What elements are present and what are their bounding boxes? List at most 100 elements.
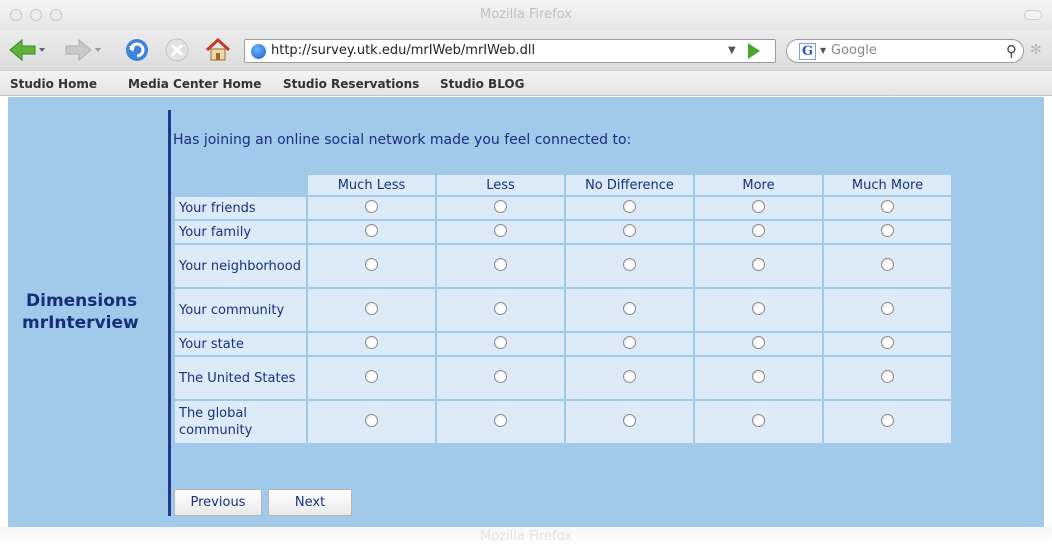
radio-button[interactable] [365, 335, 378, 349]
bookmark-media-center-home[interactable]: Media Center Home [128, 77, 261, 91]
radio-button[interactable] [752, 413, 765, 427]
grid-row-united-states: The United States [175, 357, 951, 399]
radio-button[interactable] [494, 413, 507, 427]
reload-icon [126, 39, 148, 61]
column-header-much-more: Much More [824, 175, 951, 195]
grid-cell [824, 357, 951, 399]
radio-button[interactable] [623, 369, 636, 383]
radio-button[interactable] [752, 335, 765, 349]
grid-cell [566, 401, 693, 443]
reload-button[interactable] [122, 36, 152, 64]
radio-button[interactable] [881, 223, 894, 237]
radio-button[interactable] [752, 199, 765, 213]
sidebar-divider [168, 110, 171, 516]
toolbar-toggle-button[interactable] [1024, 10, 1042, 20]
window-reflection: Mozilla Firefox [0, 527, 1052, 546]
radio-button[interactable] [752, 301, 765, 315]
grid-cell [695, 221, 822, 243]
grid-cell [437, 221, 564, 243]
grid-cell [308, 289, 435, 331]
grid-row-global-community: The global community [175, 401, 951, 443]
grid-cell [566, 245, 693, 287]
forward-arrow-icon [65, 38, 101, 62]
radio-button[interactable] [494, 257, 507, 271]
bookmarks-toolbar: Studio Home Media Center Home Studio Res… [0, 70, 1052, 96]
radio-button[interactable] [881, 257, 894, 271]
grid-cell [566, 357, 693, 399]
radio-button[interactable] [881, 413, 894, 427]
grid-cell [824, 221, 951, 243]
radio-button[interactable] [623, 335, 636, 349]
radio-button[interactable] [623, 257, 636, 271]
grid-cell [566, 221, 693, 243]
radio-button[interactable] [881, 369, 894, 383]
grid-cell [437, 289, 564, 331]
search-placeholder: Google [831, 43, 877, 58]
engine-dropdown-icon[interactable]: ▼ [820, 46, 826, 55]
radio-button[interactable] [881, 335, 894, 349]
bookmark-studio-home[interactable]: Studio Home [10, 77, 97, 91]
radio-button[interactable] [623, 413, 636, 427]
grid-row-friends: Your friends [175, 197, 951, 219]
radio-button[interactable] [365, 413, 378, 427]
forward-button[interactable] [64, 36, 104, 64]
radio-button[interactable] [365, 223, 378, 237]
radio-button[interactable] [623, 301, 636, 315]
radio-button[interactable] [881, 301, 894, 315]
radio-button[interactable] [623, 199, 636, 213]
home-button[interactable] [203, 36, 233, 64]
grid-cell [824, 245, 951, 287]
google-engine-icon[interactable]: G [799, 43, 816, 60]
radio-button[interactable] [365, 369, 378, 383]
grid-cell [566, 197, 693, 219]
go-arrow-icon[interactable] [748, 43, 760, 59]
reflection-title: Mozilla Firefox [480, 529, 572, 544]
grid-cell [824, 333, 951, 355]
url-history-dropdown-icon[interactable]: ▼ [728, 45, 736, 56]
radio-button[interactable] [494, 199, 507, 213]
grid-cell [695, 289, 822, 331]
row-label: The global community [175, 401, 306, 443]
url-field[interactable]: http://survey.utk.edu/mrIWeb/mrIWeb.dll … [244, 39, 776, 63]
stop-button[interactable] [163, 36, 191, 64]
radio-button[interactable] [494, 335, 507, 349]
back-button[interactable] [8, 36, 48, 64]
grid-cell [695, 401, 822, 443]
row-label: Your neighborhood [175, 245, 306, 287]
column-header-less: Less [437, 175, 564, 195]
radio-button[interactable] [365, 257, 378, 271]
grid-cell [308, 221, 435, 243]
column-header-no-difference: No Difference [566, 175, 693, 195]
radio-button[interactable] [494, 301, 507, 315]
radio-button[interactable] [365, 199, 378, 213]
question-text: Has joining an online social network mad… [173, 132, 632, 148]
grid-cell [308, 197, 435, 219]
radio-button[interactable] [752, 257, 765, 271]
navigation-toolbar: http://survey.utk.edu/mrIWeb/mrIWeb.dll … [0, 30, 1052, 70]
grid-cell [824, 289, 951, 331]
grid-corner [175, 175, 306, 195]
radio-button[interactable] [623, 223, 636, 237]
radio-button[interactable] [494, 223, 507, 237]
magnifier-icon[interactable]: ⚲ [1006, 42, 1017, 60]
radio-button[interactable] [365, 301, 378, 315]
radio-button[interactable] [494, 369, 507, 383]
grid-cell [437, 245, 564, 287]
grid-cell [824, 197, 951, 219]
grid-cell [566, 289, 693, 331]
bookmark-studio-reservations[interactable]: Studio Reservations [283, 77, 419, 91]
next-button[interactable]: Next [268, 489, 352, 516]
previous-button[interactable]: Previous [174, 489, 262, 516]
radio-button[interactable] [881, 199, 894, 213]
column-header-much-less: Much Less [308, 175, 435, 195]
bookmark-studio-blog[interactable]: Studio BLOG [440, 77, 524, 91]
grid-cell [437, 333, 564, 355]
grid-cell [437, 401, 564, 443]
page-content: Dimensions mrInterview Has joining an on… [8, 97, 1044, 527]
search-field[interactable]: G ▼ Google ⚲ [786, 39, 1024, 63]
grid-cell [695, 333, 822, 355]
response-grid: Much Less Less No Difference More Much M… [173, 173, 953, 445]
grid-cell [824, 401, 951, 443]
radio-button[interactable] [752, 223, 765, 237]
radio-button[interactable] [752, 369, 765, 383]
